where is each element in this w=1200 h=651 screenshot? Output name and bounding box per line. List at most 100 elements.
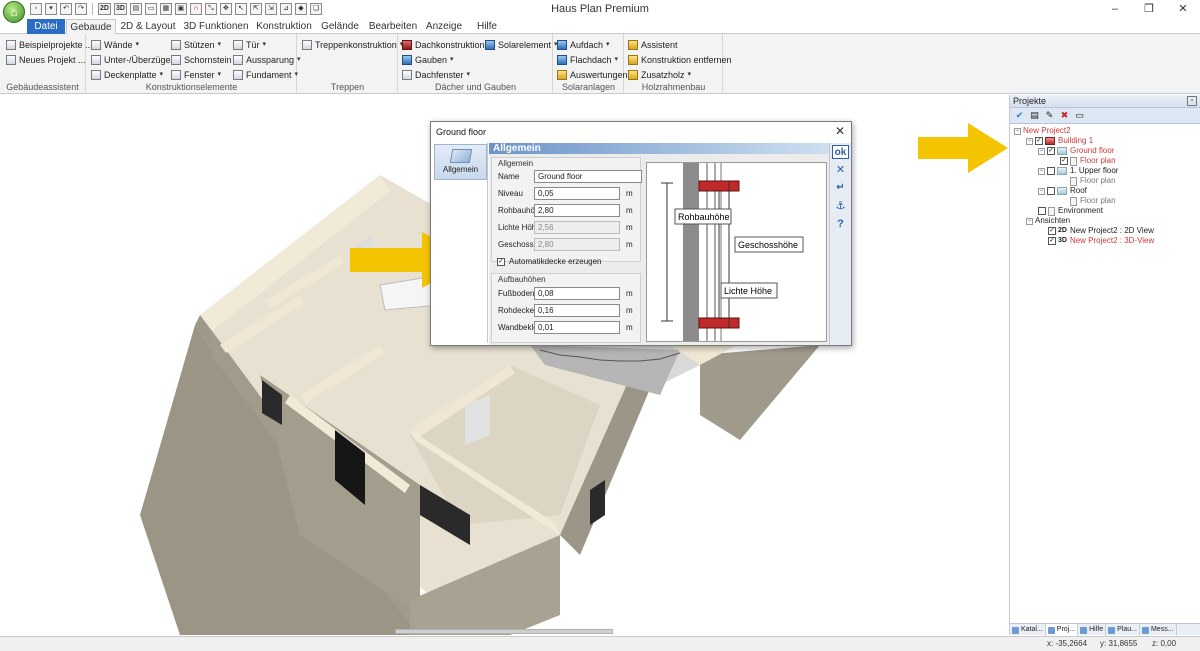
tree-node-views[interactable]: − Ansichten bbox=[1026, 216, 1070, 226]
maximize-button[interactable]: ❐ bbox=[1132, 0, 1166, 18]
tree-node-building[interactable]: − ✓ Building 1 bbox=[1026, 136, 1093, 146]
nav-item-allgemein[interactable]: Allgemein bbox=[434, 144, 487, 180]
auto-slab-checkbox[interactable]: ✓ bbox=[497, 258, 505, 266]
tree-node-2d-view[interactable]: ✓ 2D New Project2 : 2D View bbox=[1048, 226, 1154, 236]
door-button[interactable]: Tür ▾ bbox=[233, 38, 266, 52]
panel-tabs: Katal... Proj... Hilfe Plau... Mess... bbox=[1010, 623, 1200, 636]
beams-button[interactable]: Unter-/Überzüge▾ bbox=[91, 53, 177, 67]
assistant-icon bbox=[628, 40, 638, 50]
group-build-label: Aufbauhöhen bbox=[498, 275, 546, 284]
tab-projects[interactable]: Proj... bbox=[1045, 624, 1079, 636]
horizontal-scrollbar[interactable] bbox=[395, 629, 613, 634]
group-label: Holzrahmenbau bbox=[641, 82, 706, 92]
assistant-button[interactable]: Assistent bbox=[628, 38, 678, 52]
unit-label: m bbox=[626, 289, 633, 298]
door-icon bbox=[233, 40, 243, 50]
beispielprojekte-button[interactable]: Beispielprojekte ... bbox=[6, 38, 93, 52]
group-konstruktionselemente: Wände▾ Unter-/Überzüge▾ Deckenplatte▾ St… bbox=[87, 34, 301, 94]
opening-button[interactable]: Aussparung ▾ bbox=[233, 53, 301, 67]
walls-button[interactable]: Wände ▾ bbox=[91, 38, 139, 52]
solar-element-button[interactable]: Solarelement ▾ bbox=[485, 38, 558, 52]
tab-catalog[interactable]: Katal... bbox=[1010, 624, 1046, 636]
roof-construction-button[interactable]: Dachkonstruktion▾ bbox=[402, 38, 491, 52]
ok-button[interactable]: ok bbox=[832, 145, 849, 159]
tree-node-upper-floor[interactable]: −1. Upper floor bbox=[1038, 166, 1118, 176]
tab-3d-funktionen[interactable]: 3D Funktionen bbox=[180, 19, 252, 34]
unit-label: m bbox=[626, 189, 633, 198]
edit-icon[interactable]: ✎ bbox=[1044, 110, 1055, 121]
delete-icon[interactable]: ✖ bbox=[1059, 110, 1070, 121]
tab-hilfe[interactable]: Hilfe bbox=[467, 19, 507, 34]
tab-datei[interactable]: Datei bbox=[27, 19, 65, 34]
help-icon bbox=[1080, 626, 1088, 634]
columns-button[interactable]: Stützen ▾ bbox=[171, 38, 221, 52]
rohdecke-input[interactable]: 0,16 bbox=[534, 304, 620, 317]
chimney-button[interactable]: Schornstein▾ bbox=[171, 53, 238, 67]
stairs-button[interactable]: Treppenkonstruktion▾ bbox=[302, 38, 403, 52]
remove-construction-icon bbox=[628, 55, 638, 65]
group-general: Allgemein Name Ground floor Niveau 0,05 … bbox=[491, 157, 642, 262]
help-button[interactable]: ? bbox=[832, 217, 849, 231]
close-button[interactable]: ✕ bbox=[1166, 0, 1200, 18]
row-fussboden: Fußboden 0,08 m bbox=[498, 287, 638, 301]
dormer-icon bbox=[402, 55, 412, 65]
tree-node-floor-plan[interactable]: ✓ Floor plan bbox=[1060, 156, 1116, 166]
minimize-button[interactable]: – bbox=[1098, 0, 1132, 18]
tree-node-roof[interactable]: − Roof bbox=[1038, 186, 1087, 196]
tree-node-environment[interactable]: Environment bbox=[1038, 206, 1103, 216]
properties-icon[interactable]: ▤ bbox=[1029, 110, 1040, 121]
cancel-button[interactable]: ✕ bbox=[832, 163, 849, 177]
chimney-icon bbox=[171, 55, 181, 65]
fussboden-input[interactable]: 0,08 bbox=[534, 287, 620, 300]
roof-window-button[interactable]: Dachfenster ▾ bbox=[402, 68, 470, 82]
roof-icon bbox=[1057, 187, 1067, 195]
tree-node-3d-view[interactable]: ✓ 3D New Project2 : 3D-View bbox=[1048, 236, 1154, 246]
tab-anzeige[interactable]: Anzeige bbox=[422, 19, 466, 34]
tree-node-project[interactable]: − New Project2 bbox=[1014, 126, 1071, 136]
tab-help[interactable]: Hilfe bbox=[1078, 624, 1107, 636]
foundation-button[interactable]: Fundament ▾ bbox=[233, 68, 298, 82]
wandbekleidung-input[interactable]: 0,01 bbox=[534, 321, 620, 334]
anchor-icon[interactable]: ⚓ bbox=[832, 199, 849, 213]
window-element-icon bbox=[171, 70, 181, 80]
on-roof-button[interactable]: Aufdach ▾ bbox=[557, 38, 610, 52]
niveau-input[interactable]: 0,05 bbox=[534, 187, 620, 200]
tree-node-ground-floor[interactable]: − ✓ Ground floor bbox=[1038, 146, 1114, 156]
tree-node-floor-plan-3[interactable]: Floor plan bbox=[1070, 196, 1116, 206]
app-logo-icon[interactable]: ⌂ bbox=[3, 1, 25, 23]
tree-node-floor-plan-2[interactable]: Floor plan bbox=[1070, 176, 1116, 186]
neues-projekt-button[interactable]: Neues Projekt ... bbox=[6, 53, 86, 67]
tab-measure[interactable]: Mess... bbox=[1140, 624, 1177, 636]
tab-gelande[interactable]: Gelände bbox=[316, 19, 364, 34]
lichte-diagram-label: Lichte Höhe bbox=[724, 286, 772, 296]
column-icon bbox=[171, 40, 181, 50]
tab-2d-layout[interactable]: 2D & Layout bbox=[117, 19, 179, 34]
window-button[interactable]: Fenster ▾ bbox=[171, 68, 221, 82]
dialog-close-icon[interactable]: ✕ bbox=[835, 124, 845, 138]
remove-construction-button[interactable]: Konstruktion entfernen bbox=[628, 53, 732, 67]
tab-plans[interactable]: Plau... bbox=[1106, 624, 1140, 636]
pin-icon[interactable]: ▫ bbox=[1187, 96, 1197, 106]
tab-gebaude[interactable]: Gebaude bbox=[66, 19, 116, 35]
nav-label: Allgemein bbox=[442, 165, 479, 174]
extra-timber-button[interactable]: Zusatzholz ▾ bbox=[628, 68, 691, 82]
niveau-label: Niveau bbox=[498, 189, 523, 198]
rohbau-input[interactable]: 2,80 bbox=[534, 204, 620, 217]
environment-icon bbox=[1048, 206, 1055, 216]
tab-bearbeiten[interactable]: Bearbeiten bbox=[365, 19, 421, 34]
check-icon[interactable]: ✔ bbox=[1014, 110, 1025, 121]
coord-z: z: 0,00 bbox=[1152, 639, 1177, 648]
sample-projects-icon bbox=[6, 40, 16, 50]
on-roof-icon bbox=[557, 40, 567, 50]
document-icon[interactable]: ▭ bbox=[1074, 110, 1085, 121]
group-label: Konstruktionselemente bbox=[145, 82, 238, 92]
dialog-nav: Allgemein bbox=[433, 143, 488, 343]
name-input[interactable]: Ground floor bbox=[534, 170, 642, 183]
tab-konstruktion[interactable]: Konstruktion bbox=[253, 19, 315, 34]
evaluations-button[interactable]: Auswertungen bbox=[557, 68, 628, 82]
slab-button[interactable]: Deckenplatte ▾ bbox=[91, 68, 163, 82]
auto-slab-checkbox-row[interactable]: ✓ Automatikdecke erzeugen bbox=[497, 257, 602, 267]
flat-roof-button[interactable]: Flachdach ▾ bbox=[557, 53, 618, 67]
apply-icon[interactable]: ↵ bbox=[832, 181, 849, 195]
dormers-button[interactable]: Gauben ▾ bbox=[402, 53, 454, 67]
